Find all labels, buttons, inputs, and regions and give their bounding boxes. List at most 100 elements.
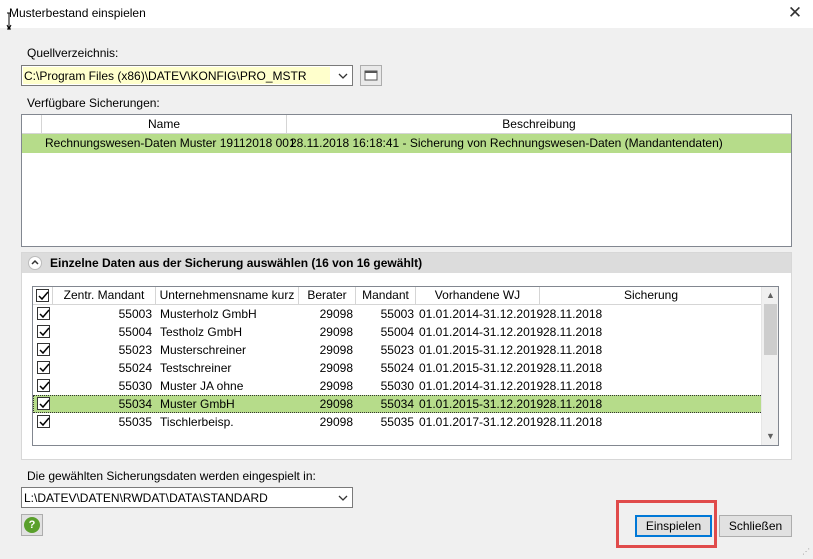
row-checkbox[interactable] <box>37 307 50 320</box>
cell-sicherung: 28.11.2018 <box>543 307 603 321</box>
cell-sicherung: 28.11.2018 <box>543 415 603 429</box>
close-button[interactable]: Schließen <box>719 515 792 537</box>
window-title: Musterbestand einspielen <box>9 6 146 20</box>
cell-company-name: Testschreiner <box>160 361 232 375</box>
backups-label: Verfügbare Sicherungen: <box>27 96 160 110</box>
cell-mandant: 55024 <box>380 361 414 375</box>
browse-folder-button[interactable] <box>360 65 382 86</box>
cell-zentr-mandant: 55034 <box>118 397 152 411</box>
cell-fiscal-years: 01.01.2015-31.12.2019 <box>419 343 544 357</box>
client-row[interactable]: 55004 Testholz GmbH 29098 55004 01.01.20… <box>33 323 763 341</box>
cell-sicherung: 28.11.2018 <box>543 397 603 411</box>
backup-row[interactable]: Rechnungswesen-Daten Muster 19112018 001… <box>22 134 791 153</box>
select-all-header[interactable] <box>33 287 53 305</box>
mouse-cursor-icon <box>6 12 12 31</box>
details-panel-title: Einzelne Daten aus der Sicherung auswähl… <box>50 256 423 270</box>
cell-berater: 29098 <box>319 397 353 411</box>
row-checkbox[interactable] <box>37 361 50 374</box>
row-checkbox[interactable] <box>37 415 50 428</box>
help-button[interactable]: ? <box>21 514 43 536</box>
client-row[interactable]: 55003 Musterholz GmbH 29098 55003 01.01.… <box>33 305 763 323</box>
chevron-down-icon[interactable] <box>337 69 349 83</box>
row-selector-header <box>22 115 42 134</box>
clients-grid: Zentr. Mandant Unternehmensname kurz Ber… <box>32 286 779 446</box>
client-row[interactable]: 55030 Muster JA ohne 29098 55030 01.01.2… <box>33 377 763 395</box>
client-row[interactable]: 55023 Musterschreiner 29098 55023 01.01.… <box>33 341 763 359</box>
chevron-up-icon[interactable] <box>28 256 42 270</box>
backup-name: Rechnungswesen-Daten Muster 19112018 001 <box>45 136 296 150</box>
source-path-combobox[interactable]: C:\Program Files (x86)\DATEV\KONFIG\PRO_… <box>21 65 353 86</box>
cell-sicherung: 28.11.2018 <box>543 361 603 375</box>
title-bar: Musterbestand einspielen ✕ <box>0 0 813 28</box>
backup-description: 28.11.2018 16:18:41 - Sicherung von Rech… <box>290 136 723 150</box>
column-header-zentr-mandant[interactable]: Zentr. Mandant <box>53 287 156 305</box>
column-header-berater[interactable]: Berater <box>299 287 356 305</box>
help-icon: ? <box>24 517 40 533</box>
backups-grid: Name Beschreibung Rechnungswesen-Daten M… <box>21 114 792 247</box>
select-all-checkbox[interactable] <box>36 289 49 302</box>
column-header-description[interactable]: Beschreibung <box>287 115 791 134</box>
cell-company-name: Muster GmbH <box>160 397 235 411</box>
client-row-selected[interactable]: 55034 Muster GmbH 29098 55034 01.01.2015… <box>33 395 763 413</box>
row-checkbox[interactable] <box>37 397 50 410</box>
column-header-fiscal-years[interactable]: Vorhandene WJ <box>416 287 540 305</box>
cell-mandant: 55035 <box>380 415 414 429</box>
import-button[interactable]: Einspielen <box>635 515 712 537</box>
cell-fiscal-years: 01.01.2014-31.12.2019 <box>419 325 544 339</box>
resize-grip-icon[interactable]: ⋰ <box>802 547 810 556</box>
row-checkbox[interactable] <box>37 343 50 356</box>
cell-sicherung: 28.11.2018 <box>543 343 603 357</box>
cell-zentr-mandant: 55004 <box>118 325 152 339</box>
column-header-name[interactable]: Name <box>42 115 287 134</box>
cell-fiscal-years: 01.01.2015-31.12.2019 <box>419 361 544 375</box>
row-checkbox[interactable] <box>37 325 50 338</box>
cell-zentr-mandant: 55030 <box>118 379 152 393</box>
cell-mandant: 55004 <box>380 325 414 339</box>
target-path-value: L:\DATEV\DATEN\RWDAT\DATA\STANDARD <box>24 491 268 505</box>
cell-fiscal-years: 01.01.2015-31.12.2019 <box>419 397 544 411</box>
client-row[interactable]: 55024 Testschreiner 29098 55024 01.01.20… <box>33 359 763 377</box>
cell-berater: 29098 <box>319 325 353 339</box>
scroll-up-icon[interactable]: ▲ <box>762 287 778 304</box>
cell-mandant: 55023 <box>380 343 414 357</box>
details-panel-header[interactable]: Einzelne Daten aus der Sicherung auswähl… <box>22 253 791 273</box>
cell-mandant: 55034 <box>380 397 414 411</box>
cell-berater: 29098 <box>319 307 353 321</box>
details-panel: Einzelne Daten aus der Sicherung auswähl… <box>21 252 792 460</box>
cell-berater: 29098 <box>319 343 353 357</box>
cell-zentr-mandant: 55023 <box>118 343 152 357</box>
cell-company-name: Musterholz GmbH <box>160 307 257 321</box>
source-path-value: C:\Program Files (x86)\DATEV\KONFIG\PRO_… <box>24 69 307 83</box>
cell-company-name: Musterschreiner <box>160 343 247 357</box>
column-header-company-name[interactable]: Unternehmensname kurz <box>156 287 299 305</box>
vertical-scrollbar[interactable]: ▲ ▼ <box>761 287 778 445</box>
cell-zentr-mandant: 55024 <box>118 361 152 375</box>
column-header-mandant[interactable]: Mandant <box>356 287 416 305</box>
cell-berater: 29098 <box>319 361 353 375</box>
cell-mandant: 55030 <box>380 379 414 393</box>
cell-mandant: 55003 <box>380 307 414 321</box>
cell-zentr-mandant: 55035 <box>118 415 152 429</box>
folder-browse-icon <box>364 70 378 81</box>
scroll-thumb[interactable] <box>764 304 777 355</box>
row-checkbox[interactable] <box>37 379 50 392</box>
client-row[interactable]: 55035 Tischlerbeisp. 29098 55035 01.01.2… <box>33 413 763 431</box>
cell-berater: 29098 <box>319 415 353 429</box>
column-header-sicherung[interactable]: Sicherung <box>540 287 763 305</box>
cell-company-name: Testholz GmbH <box>160 325 243 339</box>
target-label: Die gewählten Sicherungsdaten werden ein… <box>27 469 316 483</box>
target-path-combobox[interactable]: L:\DATEV\DATEN\RWDAT\DATA\STANDARD <box>21 487 353 508</box>
cell-fiscal-years: 01.01.2014-31.12.2019 <box>419 379 544 393</box>
close-icon[interactable]: ✕ <box>785 3 805 23</box>
source-label: Quellverzeichnis: <box>27 46 119 60</box>
cell-fiscal-years: 01.01.2017-31.12.2019 <box>419 415 544 429</box>
cell-berater: 29098 <box>319 379 353 393</box>
scroll-down-icon[interactable]: ▼ <box>762 428 778 445</box>
cell-sicherung: 28.11.2018 <box>543 379 603 393</box>
cell-company-name: Muster JA ohne <box>160 379 244 393</box>
cell-fiscal-years: 01.01.2014-31.12.2019 <box>419 307 544 321</box>
cell-zentr-mandant: 55003 <box>118 307 152 321</box>
cell-sicherung: 28.11.2018 <box>543 325 603 339</box>
chevron-down-icon[interactable] <box>337 491 349 505</box>
cell-company-name: Tischlerbeisp. <box>160 415 234 429</box>
